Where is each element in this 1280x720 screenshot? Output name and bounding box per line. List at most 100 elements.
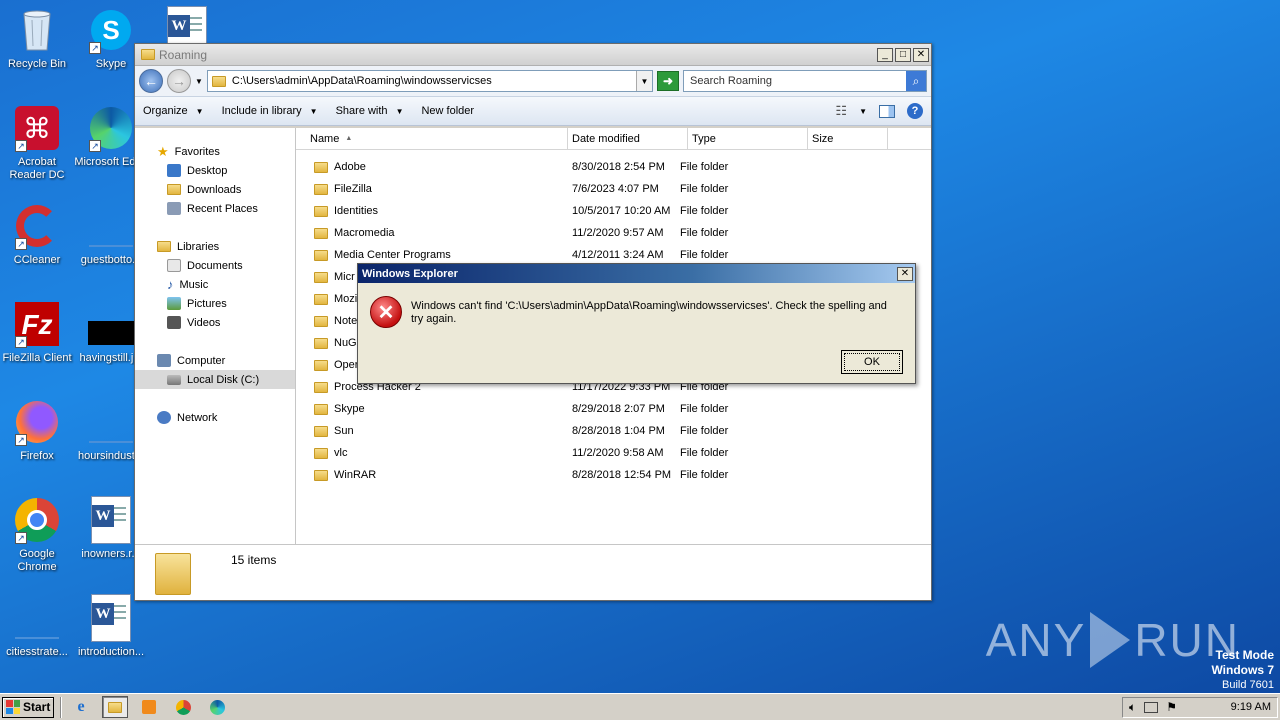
include-in-library-button[interactable]: Include in library ▼ [222, 105, 318, 117]
file-name: Oper [334, 359, 359, 371]
forward-arrow-icon: → [172, 73, 186, 89]
desktop-icon-chrome[interactable]: ↗ Google Chrome [0, 496, 74, 574]
volume-icon[interactable]: 🔈︎ [1129, 700, 1136, 715]
help-icon[interactable]: ? [907, 103, 923, 119]
nav-documents[interactable]: Documents [135, 256, 295, 275]
desktop-icon-label: introduction... [77, 646, 145, 658]
organize-button[interactable]: Organize ▼ [143, 105, 204, 117]
music-icon: ♪ [167, 277, 174, 292]
nav-music[interactable]: ♪ Music [135, 275, 295, 294]
nav-label: Network [177, 411, 218, 424]
nav-network[interactable]: Network [135, 408, 295, 427]
nav-downloads[interactable]: Downloads [135, 180, 295, 199]
libraries-icon [157, 241, 171, 252]
nav-videos[interactable]: Videos [135, 313, 295, 332]
preview-pane-icon[interactable] [879, 104, 895, 118]
test-mode-line1: Test Mode [1215, 648, 1274, 662]
column-type[interactable]: Type [688, 128, 808, 149]
column-size[interactable]: Size [808, 128, 888, 149]
desktop-icon-ccleaner[interactable]: ↗ CCleaner [0, 202, 74, 267]
nav-label: Local Disk (C:) [187, 373, 260, 386]
desktop-icon-introduction[interactable]: W introduction... [74, 594, 148, 659]
explorer-taskbar-icon[interactable] [102, 696, 128, 718]
folder-icon [314, 447, 328, 459]
table-row[interactable]: Identities 10/5/2017 10:20 AM File folder [296, 200, 931, 222]
minimize-button[interactable]: _ [877, 47, 893, 62]
folder-icon [314, 183, 328, 195]
new-folder-label: New folder [421, 105, 475, 117]
network-tray-icon[interactable] [1144, 701, 1159, 713]
dialog-titlebar[interactable]: Windows Explorer ✕ [358, 264, 915, 283]
windows-logo-icon [6, 700, 20, 714]
maximize-button[interactable]: □ [895, 47, 911, 62]
table-row[interactable]: Adobe 8/30/2018 2:54 PM File folder [296, 156, 931, 178]
flag-icon[interactable]: ⚑ [1166, 700, 1177, 714]
nav-favorites[interactable]: ★ Favorites [135, 142, 295, 161]
address-text[interactable]: C:\Users\admin\AppData\Roaming\windowsse… [232, 75, 630, 87]
recent-pages-chevron-icon[interactable]: ▼ [195, 77, 203, 86]
forward-button[interactable]: → [167, 69, 191, 93]
error-icon: ✕ [370, 296, 402, 328]
shortcut-arrow-icon: ↗ [15, 140, 27, 152]
file-date: 10/5/2017 10:20 AM [572, 205, 671, 217]
edge-taskbar-icon[interactable] [204, 696, 230, 718]
start-label: Start [23, 700, 51, 714]
folder-icon [314, 161, 328, 173]
image-file-icon [87, 300, 135, 348]
new-folder-button[interactable]: New folder [421, 105, 474, 117]
media-player-icon[interactable] [136, 696, 162, 718]
search-icon[interactable]: ⌕ [906, 71, 926, 91]
file-name: Identities [334, 205, 379, 217]
nav-computer[interactable]: Computer [135, 351, 295, 370]
nav-libraries[interactable]: Libraries [135, 237, 295, 256]
nav-recent-places[interactable]: Recent Places [135, 199, 295, 218]
close-button[interactable]: ✕ [913, 47, 929, 62]
ok-button[interactable]: OK [841, 350, 903, 374]
file-date: 7/6/2023 4:07 PM [572, 183, 659, 195]
nav-label: Downloads [187, 183, 242, 196]
back-button[interactable]: ← [139, 69, 163, 93]
desktop-icon [167, 164, 181, 177]
shortcut-arrow-icon: ↗ [15, 238, 27, 250]
column-size-label: Size [812, 132, 834, 145]
explorer-titlebar[interactable]: Roaming _ □ ✕ [135, 44, 931, 66]
internet-explorer-icon[interactable]: e [68, 696, 94, 718]
desktop-icon-recycle-bin[interactable]: Recycle Bin [0, 6, 74, 71]
folder-icon [314, 271, 328, 283]
dialog-close-button[interactable]: ✕ [897, 266, 913, 281]
share-with-button[interactable]: Share with ▼ [336, 105, 404, 117]
table-row[interactable]: Sun 8/28/2018 1:04 PM File folder [296, 420, 931, 442]
file-type: File folder [680, 205, 729, 217]
error-dialog[interactable]: Windows Explorer ✕ ✕ Windows can't find … [357, 263, 916, 384]
view-dropdown-icon[interactable]: ▼ [859, 107, 867, 116]
table-row[interactable]: Skype 8/29/2018 2:07 PM File folder [296, 398, 931, 420]
address-dropdown-icon[interactable]: ▼ [636, 71, 652, 91]
details-pane: 15 items [135, 544, 931, 600]
table-row[interactable]: WinRAR 8/28/2018 12:54 PM File folder [296, 464, 931, 486]
nav-pictures[interactable]: Pictures [135, 294, 295, 313]
clock[interactable]: 9:19 AM [1231, 701, 1271, 713]
nav-local-disk[interactable]: Local Disk (C:) [135, 370, 295, 389]
nav-desktop[interactable]: Desktop [135, 161, 295, 180]
go-button[interactable]: ➜ [657, 71, 679, 91]
address-bar[interactable]: C:\Users\admin\AppData\Roaming\windowsse… [206, 70, 653, 92]
column-name[interactable]: Name ▲ [296, 128, 568, 149]
file-name: Macromedia [334, 227, 395, 239]
documents-icon [167, 259, 181, 272]
file-date: 8/28/2018 12:54 PM [572, 469, 672, 481]
desktop-icon-firefox[interactable]: ↗ Firefox [0, 398, 74, 463]
test-mode-line2: Windows 7 [1211, 663, 1274, 677]
column-date-label: Date modified [572, 132, 640, 145]
desktop-icon-citiesstrate[interactable]: citiesstrate... [0, 594, 74, 659]
column-date[interactable]: Date modified [568, 128, 688, 149]
view-options-icon[interactable]: ☷ [835, 103, 847, 119]
table-row[interactable]: Macromedia 11/2/2020 9:57 AM File folder [296, 222, 931, 244]
search-input[interactable]: Search Roaming ⌕ [683, 70, 927, 92]
chrome-taskbar-icon[interactable] [170, 696, 196, 718]
desktop-icon-acrobat[interactable]: ⌘ ↗ Acrobat Reader DC [0, 104, 74, 182]
start-button[interactable]: Start [2, 696, 54, 718]
table-row[interactable]: vlc 11/2/2020 9:58 AM File folder [296, 442, 931, 464]
downloads-icon [167, 184, 181, 195]
table-row[interactable]: FileZilla 7/6/2023 4:07 PM File folder [296, 178, 931, 200]
desktop-icon-filezilla[interactable]: Fz ↗ FileZilla Client [0, 300, 74, 365]
